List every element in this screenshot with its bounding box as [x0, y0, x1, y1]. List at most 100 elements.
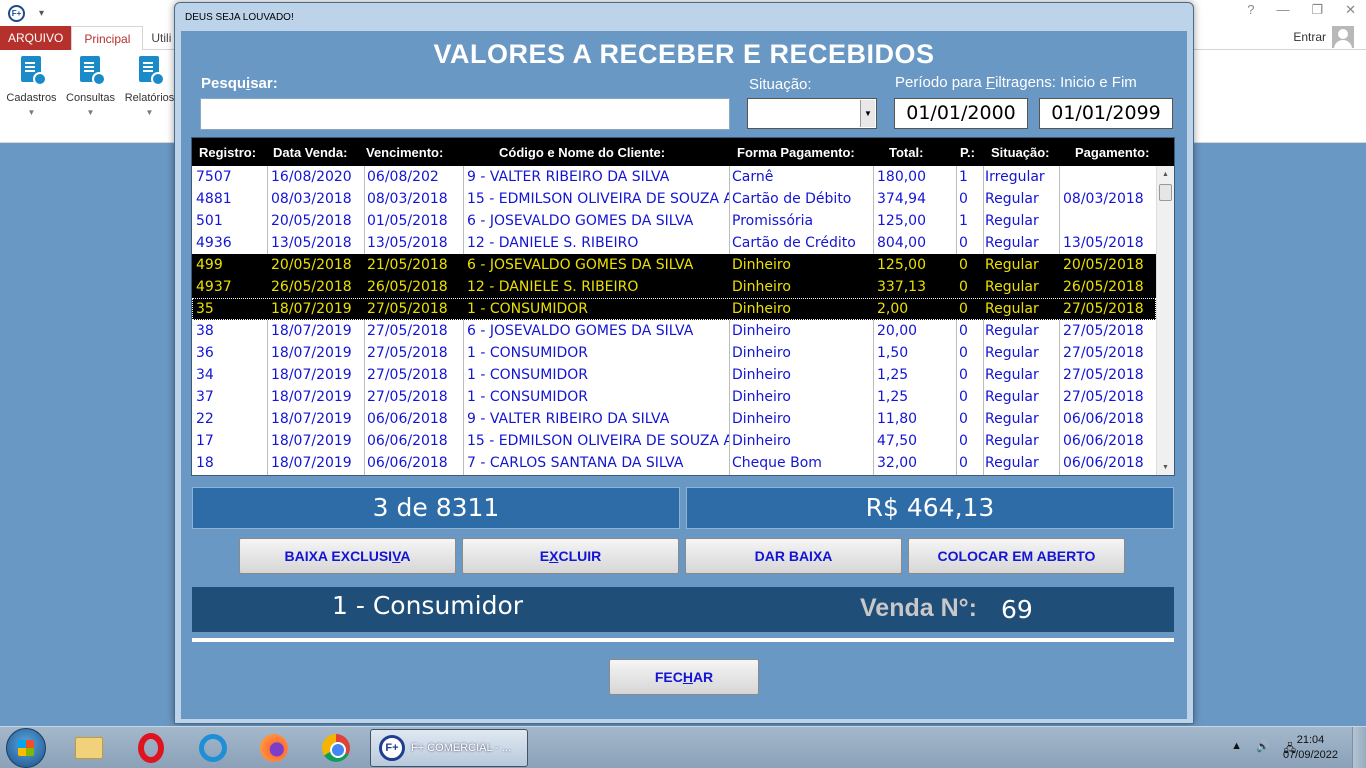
minimize-icon[interactable]: — — [1276, 2, 1289, 18]
quick-access-toolbar: F+ ▾ — [8, 3, 44, 23]
cadastros-button[interactable]: Cadastros ▼ — [4, 56, 59, 117]
document-search-icon — [76, 56, 106, 88]
cell-vencimento: 06/08/202 — [367, 169, 439, 185]
table-scrollbar[interactable]: ▲ ▼ — [1156, 166, 1174, 475]
firefox-icon[interactable] — [257, 731, 291, 765]
taskbar-f-comercial[interactable]: F+ F+ COMERCIAL - ... — [370, 729, 528, 767]
relatorios-button[interactable]: Relatórios ▼ — [122, 56, 177, 117]
table-row[interactable]: 34 18/07/2019 27/05/2018 1 - CONSUMIDOR Dinh… — [192, 364, 1156, 386]
col-registro[interactable]: Registro: — [199, 145, 256, 160]
signin-label[interactable]: Entrar — [1293, 30, 1326, 44]
user-avatar-icon[interactable] — [1332, 26, 1354, 48]
scroll-up-icon[interactable]: ▲ — [1157, 166, 1174, 182]
table-row[interactable]: 4881 08/03/2018 08/03/2018 15 - EDMILSON OL… — [192, 188, 1156, 210]
cell-data-venda: 18/07/2019 — [271, 345, 352, 361]
button-label-part: E — [539, 548, 550, 564]
clipboard-chart-icon — [135, 56, 165, 88]
cell-forma-pagamento: Cartão de Crédito — [732, 235, 856, 251]
period-label-part: Período para — [895, 74, 986, 91]
scroll-down-icon[interactable]: ▼ — [1157, 459, 1174, 475]
col-data-venda[interactable]: Data Venda: — [273, 145, 347, 160]
internet-explorer-icon[interactable] — [196, 731, 230, 765]
table-row[interactable]: 501 20/05/2018 01/05/2018 6 - JOSEVALDO GOM… — [192, 210, 1156, 232]
tab-principal[interactable]: Principal — [71, 26, 144, 50]
cell-situacao: Regular — [985, 213, 1039, 229]
table-row[interactable]: 38 18/07/2019 27/05/2018 6 - JOSEVALDO GOME… — [192, 320, 1156, 342]
search-input[interactable] — [200, 98, 730, 130]
start-button[interactable] — [6, 728, 46, 768]
cell-total: 47,50 — [877, 433, 918, 449]
show-hidden-icons-icon[interactable]: ▲ — [1231, 740, 1242, 759]
col-p[interactable]: P.: — [960, 145, 975, 160]
cell-forma-pagamento: Cartão de Débito — [732, 191, 852, 207]
cell-forma-pagamento: Dinheiro — [732, 279, 791, 295]
clock[interactable]: 21:04 07/09/2022 — [1283, 733, 1338, 763]
table-row[interactable]: 499 20/05/2018 21/05/2018 6 - JOSEVALDO GOM… — [192, 254, 1156, 276]
cell-cliente: 6 - JOSEVALDO GOMES DA SILVA — [467, 213, 694, 229]
cell-cliente: 12 - DANIELE S. RIBEIRO — [467, 235, 639, 251]
cell-data-venda: 16/08/2020 — [271, 169, 352, 185]
fechar-button[interactable]: FECHAR — [609, 659, 759, 695]
dropdown-arrow-icon[interactable]: ▼ — [860, 100, 875, 127]
table-row[interactable]: 37 18/07/2019 27/05/2018 1 - CONSUMIDOR Dinh… — [192, 386, 1156, 408]
col-situacao[interactable]: Situação: — [991, 145, 1050, 160]
cell-data-venda: 18/07/2019 — [271, 433, 352, 449]
cell-p: 0 — [959, 191, 968, 207]
page-title: VALORES A RECEBER E RECEBIDOS — [433, 39, 935, 69]
volume-icon[interactable]: 🔊 — [1256, 740, 1270, 759]
cell-cliente: 6 - JOSEVALDO GOMES DA SILVA — [467, 323, 694, 339]
col-total[interactable]: Total: — [889, 145, 923, 160]
table-row[interactable]: 22 18/07/2019 06/06/2018 9 - VALTER RIBEIRO… — [192, 408, 1156, 430]
chevron-down-icon: ▼ — [27, 108, 36, 117]
cell-forma-pagamento: Dinheiro — [732, 411, 791, 427]
help-icon[interactable]: ? — [1247, 2, 1254, 18]
period-end-input[interactable]: 01/01/2099 — [1039, 98, 1173, 129]
chrome-icon[interactable] — [319, 731, 353, 765]
table-row[interactable]: 35 18/07/2019 27/05/2018 1 - CONSUMIDOR Dinh… — [192, 298, 1156, 320]
table-row[interactable]: 18 18/07/2019 06/06/2018 7 - CARLOS SANTANA… — [192, 452, 1156, 474]
divider — [192, 638, 1174, 642]
col-pagamento[interactable]: Pagamento: — [1075, 145, 1149, 160]
cell-pagamento: 13/05/2018 — [1063, 235, 1144, 251]
cell-total: 804,00 — [877, 235, 926, 251]
period-start-input[interactable]: 01/01/2000 — [894, 98, 1028, 129]
cadastros-label: Cadastros — [6, 92, 57, 104]
col-vencimento[interactable]: Vencimento: — [366, 145, 443, 160]
opera-icon[interactable] — [134, 731, 168, 765]
table-row[interactable]: 4937 26/05/2018 26/05/2018 12 - DANIELE S. … — [192, 276, 1156, 298]
cell-total: 125,00 — [877, 213, 926, 229]
cell-forma-pagamento: Dinheiro — [732, 301, 791, 317]
show-desktop-button[interactable] — [1352, 727, 1366, 768]
consultas-button[interactable]: Consultas ▼ — [63, 56, 118, 117]
cell-pagamento: 27/05/2018 — [1063, 323, 1144, 339]
cell-registro: 38 — [196, 323, 214, 339]
dar-baixa-button[interactable]: DAR BAIXA — [685, 538, 902, 574]
table-row[interactable]: 4936 13/05/2018 13/05/2018 12 - DANIELE S. … — [192, 232, 1156, 254]
dialog-title: DEUS SEJA LOUVADO! — [185, 12, 294, 23]
col-forma-pagamento[interactable]: Forma Pagamento: — [737, 145, 855, 160]
clock-date: 07/09/2022 — [1282, 749, 1338, 761]
customize-qat-button[interactable]: ▾ — [39, 8, 44, 19]
relatorios-label: Relatórios — [124, 92, 175, 104]
excluir-button[interactable]: EXCLUIR — [462, 538, 679, 574]
situacao-select[interactable]: ▼ — [747, 98, 877, 129]
baixa-exclusiva-button[interactable]: BAIXA EXCLUSIVA — [239, 538, 456, 574]
colocar-em-aberto-button[interactable]: COLOCAR EM ABERTO — [908, 538, 1125, 574]
cell-data-venda: 13/05/2018 — [271, 235, 352, 251]
restore-icon[interactable]: ❐ — [1311, 2, 1323, 18]
table-row[interactable]: 7507 16/08/2020 06/08/202 9 - VALTER RIBEIR… — [192, 166, 1156, 188]
col-cliente[interactable]: Código e Nome do Cliente: — [499, 145, 665, 160]
cell-cliente: 9 - VALTER RIBEIRO DA SILVA — [467, 169, 670, 185]
tab-arquivo[interactable]: ARQUIVO — [0, 26, 72, 50]
table-row[interactable]: 17 18/07/2019 06/06/2018 15 - EDMILSON OLIV… — [192, 430, 1156, 452]
file-explorer-icon[interactable] — [72, 731, 106, 765]
table-row[interactable]: 36 18/07/2019 27/05/2018 1 - CONSUMIDOR Dinh… — [192, 342, 1156, 364]
cell-situacao: Irregular — [985, 169, 1045, 185]
button-label-part: A — [400, 548, 411, 564]
signin-area[interactable]: Entrar — [1293, 26, 1354, 48]
document-add-icon — [17, 56, 47, 88]
cell-forma-pagamento: Dinheiro — [732, 257, 791, 273]
scroll-thumb[interactable] — [1159, 184, 1172, 201]
close-icon[interactable]: ✕ — [1345, 2, 1356, 18]
clock-time: 21:04 — [1296, 734, 1325, 746]
